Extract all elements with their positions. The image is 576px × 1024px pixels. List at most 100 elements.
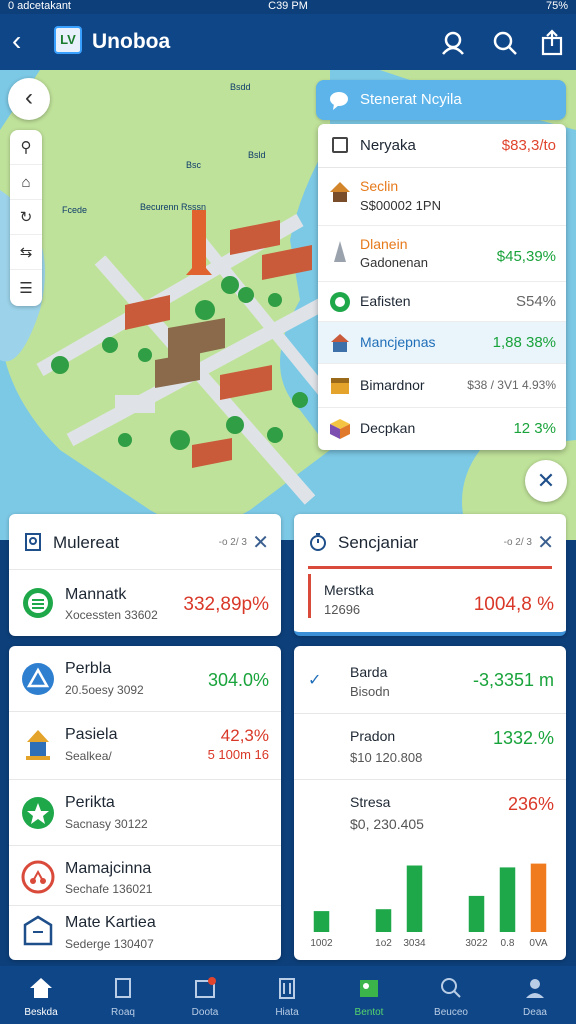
map-label-4: Fcede (62, 205, 88, 215)
nav-label: Deaa (523, 1007, 547, 1018)
nav-item-building[interactable]: Hiata (246, 966, 328, 1024)
right-featured-row[interactable]: Merstka 12696 1004,8 % (294, 570, 566, 630)
ranking-row[interactable]: Eafisten S54% (318, 282, 566, 322)
ranking-header[interactable]: Neryaka $83,3/to (318, 124, 566, 168)
list-item-sub: Sacnasy 30122 (65, 817, 148, 831)
list-item[interactable]: Stresa $0, 230.405 236% (294, 780, 566, 846)
ranking-row[interactable]: Mancjepnas 1,88 38% (318, 322, 566, 364)
building-icon (279, 978, 295, 999)
list-item[interactable]: ✓ Barda Bisodn -3,3351 m (294, 646, 566, 714)
bookmark-icon (115, 978, 131, 998)
zoom-search-icon[interactable]: ⚲ (10, 130, 42, 165)
list-item-name: Mate Kartiea (65, 914, 156, 931)
bottom-navigation: Beskda Roaq Doota Hiata Bentot Beuceo De… (0, 966, 576, 1024)
nav-item-search[interactable]: Beuceo (410, 966, 492, 1024)
search-chip-text: Stenerat Ncyila (360, 91, 462, 108)
check-icon: ✓ (308, 672, 322, 689)
list-item[interactable]: Mate Kartiea Sederge 130407 (9, 906, 281, 960)
left-panel-header: Mulereat -o 2/ 3 ✕ (9, 514, 281, 570)
nav-label: Beskda (24, 1007, 58, 1018)
bar-chart: 1002 1o2 3034 3022 0.8 0VA (310, 863, 548, 949)
list-item-sub: $10 120.808 (350, 750, 423, 765)
calendar-icon (195, 977, 216, 998)
battery-text: 75% (545, 0, 568, 12)
list-item-value: 236% (507, 794, 554, 814)
map-close-button[interactable]: ✕ (525, 460, 567, 502)
search-icon[interactable] (490, 28, 520, 58)
featured-value: 1004,8 % (473, 594, 554, 615)
map-back-button[interactable]: ‹ (8, 78, 50, 120)
right-list-panel: ✓ Barda Bisodn -3,3351 m Pradon $10 120.… (294, 646, 566, 960)
featured-name: Mannatk (65, 586, 127, 603)
list-item-value: 304.0% (207, 670, 269, 690)
chart-bar (375, 909, 392, 932)
ranking-sub: Gadonenan (360, 255, 428, 270)
list-item[interactable]: Pradon $10 120.808 1332.% (294, 714, 566, 780)
ranking-value: $45,39% (496, 248, 556, 265)
map-label-5: Becurenn Rsssn (140, 202, 207, 212)
left-featured-row[interactable]: Mannatk Xocessten 33602 332,89p% (9, 570, 281, 636)
list-item-sub: 20.5oesy 3092 (65, 683, 144, 697)
nav-label: Doota (191, 1007, 219, 1018)
star-icon (22, 797, 54, 829)
ranking-name: Eafisten (360, 293, 411, 309)
pagoda-icon (26, 730, 50, 760)
timer-icon (310, 533, 326, 551)
ranking-row[interactable]: Seclin S$00002 1PN (318, 168, 566, 226)
profile-icon (526, 979, 544, 998)
list-item[interactable]: Pasiela Sealkea/ 42,3% 5 100m 16 (9, 712, 281, 780)
map-label-3: Bsc (186, 160, 202, 170)
box-icon (331, 378, 349, 394)
map-label-2: Bsld (248, 150, 266, 160)
list-item-value: 42,3% (220, 726, 269, 745)
right-panel-close-button[interactable]: ✕ (537, 530, 554, 555)
status-bar: 0 adcetakant C39 PM 75% (0, 0, 576, 14)
chart-bar (530, 863, 547, 932)
nav-item-calendar[interactable]: Doota (164, 966, 246, 1024)
ranking-row[interactable]: Bimardnor $38 / 3V1 4.93% (318, 364, 566, 408)
tower-icon (334, 241, 346, 262)
ranking-row[interactable]: Decpkan 12 3% (318, 408, 566, 450)
ranking-sub: S$00002 1PN (360, 198, 441, 213)
list-item-sub: Sechafe 136021 (65, 882, 153, 896)
right-featured-panel: Sencjaniar -o 2/ 3 ✕ Merstka 12696 1004,… (294, 514, 566, 636)
bag-icon (23, 915, 53, 946)
ranking-value: 12 3% (513, 420, 556, 437)
ranking-value: $38 / 3V1 4.93% (467, 378, 556, 392)
list-item[interactable]: Perikta Sacnasy 30122 (9, 780, 281, 846)
list-item-name: Stresa (350, 794, 391, 810)
shield-icon (330, 292, 350, 312)
featured-sub: 12696 (324, 602, 361, 617)
chart-bar (313, 911, 330, 932)
chart-tick-label: 3022 (465, 938, 488, 949)
ranking-name: Bimardnor (360, 377, 425, 393)
list-item-name: Pasiela (65, 726, 118, 743)
chart-bar (499, 867, 516, 932)
share-icon[interactable] (538, 28, 568, 58)
list-item[interactable]: Perbla 20.5oesy 3092 304.0% (9, 646, 281, 712)
rotate-icon[interactable]: ↻ (10, 200, 42, 235)
route-icon[interactable]: ⇆ (10, 235, 42, 270)
list-item[interactable]: Mamajcinna Sechafe 136021 (9, 846, 281, 906)
ranking-row[interactable]: Dlanein Gadonenan $45,39% (318, 226, 566, 282)
layers-icon[interactable]: ☰ (10, 270, 42, 305)
menu-circle-icon (23, 588, 53, 618)
ranking-name: Mancjepnas (360, 334, 436, 350)
chart-tick-label: 0VA (529, 938, 547, 949)
nav-item-home[interactable]: Beskda (0, 966, 82, 1024)
chart-tick-label: 3034 (403, 938, 426, 949)
left-panel-close-button[interactable]: ✕ (252, 530, 269, 555)
ranking-header-name: Neryaka (360, 137, 416, 154)
chart-bar (468, 895, 485, 932)
nav-item-bookmark[interactable]: Roaq (82, 966, 164, 1024)
place-search-chip[interactable]: Stenerat Ncyila (316, 80, 566, 120)
back-button[interactable]: ‹ (12, 26, 40, 58)
right-panel-header: Sencjaniar -o 2/ 3 ✕ (294, 514, 566, 570)
nav-item-profile[interactable]: Deaa (494, 966, 576, 1024)
pin-icon[interactable]: ⌂ (10, 165, 42, 200)
featured-name: Merstka (324, 582, 374, 598)
nav-item-map[interactable]: Bentot (328, 966, 410, 1024)
clock: C39 PM (268, 0, 308, 12)
location-user-icon[interactable] (438, 28, 468, 58)
featured-value: 332,89p% (183, 594, 269, 615)
